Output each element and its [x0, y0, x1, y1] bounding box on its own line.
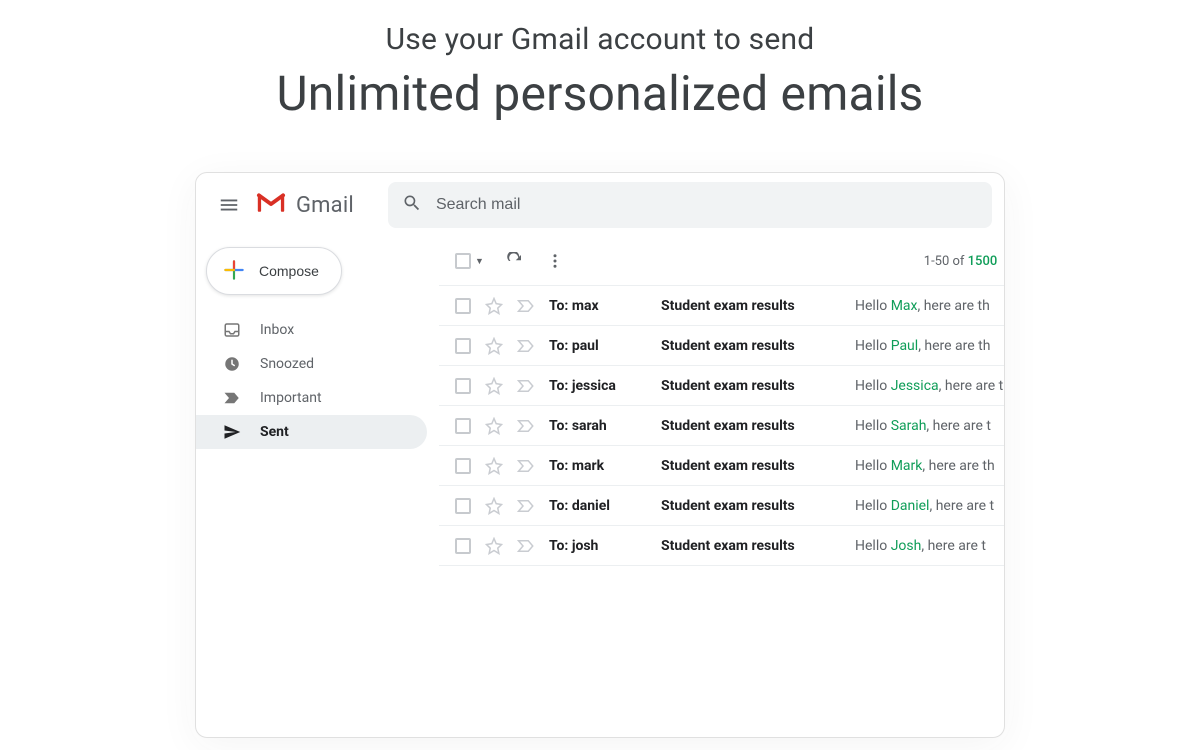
row-checkbox[interactable]	[455, 378, 471, 394]
compose-label: Compose	[259, 263, 319, 279]
star-icon[interactable]	[485, 457, 503, 475]
gmail-window: Gmail Compose	[195, 172, 1005, 738]
star-icon[interactable]	[485, 417, 503, 435]
sidebar-item-snoozed[interactable]: Snoozed	[196, 347, 427, 381]
plus-icon	[221, 257, 247, 286]
hero-title: Unlimited personalized emails	[0, 65, 1200, 122]
row-snippet: Hello Mark, here are th	[855, 458, 995, 474]
app-name: Gmail	[296, 193, 354, 218]
sidebar-label: Snoozed	[260, 356, 314, 372]
row-recipient: To: daniel	[549, 498, 647, 514]
inbox-icon	[222, 321, 242, 339]
star-icon[interactable]	[485, 497, 503, 515]
row-recipient: To: sarah	[549, 418, 647, 434]
search-input[interactable]	[436, 196, 978, 214]
sidebar: Compose Inbox Snoozed	[196, 237, 439, 737]
importance-marker-icon[interactable]	[517, 539, 535, 553]
importance-marker-icon[interactable]	[517, 299, 535, 313]
mail-row[interactable]: To: max Student exam results Hello Max, he…	[439, 286, 1005, 326]
row-recipient: To: jessica	[549, 378, 647, 394]
sent-icon	[222, 423, 242, 441]
row-recipient: To: mark	[549, 458, 647, 474]
gmail-logo-icon	[256, 192, 286, 218]
row-subject: Student exam results	[661, 418, 841, 434]
row-subject: Student exam results	[661, 298, 841, 314]
mail-row[interactable]: To: daniel Student exam results Hello Dani…	[439, 486, 1005, 526]
sidebar-label: Important	[260, 390, 322, 406]
star-icon[interactable]	[485, 297, 503, 315]
mail-row[interactable]: To: josh Student exam results Hello Josh, …	[439, 526, 1005, 566]
topbar: Gmail	[196, 173, 1004, 237]
star-icon[interactable]	[485, 537, 503, 555]
row-subject: Student exam results	[661, 538, 841, 554]
mail-list: To: max Student exam results Hello Max, he…	[439, 285, 1005, 566]
compose-button[interactable]: Compose	[206, 247, 342, 295]
important-icon	[222, 391, 242, 405]
importance-marker-icon[interactable]	[517, 379, 535, 393]
row-checkbox[interactable]	[455, 298, 471, 314]
mail-row[interactable]: To: jessica Student exam results Hello Jes…	[439, 366, 1005, 406]
row-snippet: Hello Daniel, here are t	[855, 498, 994, 514]
main-menu-icon[interactable]	[210, 186, 248, 224]
row-subject: Student exam results	[661, 498, 841, 514]
row-snippet: Hello Max, here are th	[855, 298, 990, 314]
search-icon	[402, 193, 422, 217]
row-subject: Student exam results	[661, 378, 841, 394]
star-icon[interactable]	[485, 377, 503, 395]
search-bar[interactable]	[388, 182, 992, 228]
row-recipient: To: max	[549, 298, 647, 314]
importance-marker-icon[interactable]	[517, 339, 535, 353]
sidebar-item-important[interactable]: Important	[196, 381, 427, 415]
more-button[interactable]	[546, 252, 564, 270]
clock-icon	[222, 355, 242, 373]
mail-row[interactable]: To: mark Student exam results Hello Mark, …	[439, 446, 1005, 486]
refresh-button[interactable]	[506, 252, 524, 270]
mail-row[interactable]: To: paul Student exam results Hello Paul, …	[439, 326, 1005, 366]
row-snippet: Hello Sarah, here are t	[855, 418, 991, 434]
row-snippet: Hello Jessica, here are t	[855, 378, 1003, 394]
row-checkbox[interactable]	[455, 538, 471, 554]
row-checkbox[interactable]	[455, 418, 471, 434]
row-checkbox[interactable]	[455, 338, 471, 354]
sidebar-label: Inbox	[260, 322, 294, 338]
row-snippet: Hello Josh, here are t	[855, 538, 986, 554]
mail-toolbar: ▼ 1-50 of 1500	[439, 237, 1005, 285]
row-checkbox[interactable]	[455, 458, 471, 474]
pagination-label: 1-50 of 1500	[924, 254, 1003, 269]
row-subject: Student exam results	[661, 338, 841, 354]
sidebar-item-inbox[interactable]: Inbox	[196, 313, 427, 347]
importance-marker-icon[interactable]	[517, 499, 535, 513]
importance-marker-icon[interactable]	[517, 459, 535, 473]
row-snippet: Hello Paul, here are th	[855, 338, 990, 354]
importance-marker-icon[interactable]	[517, 419, 535, 433]
row-recipient: To: josh	[549, 538, 647, 554]
row-subject: Student exam results	[661, 458, 841, 474]
mail-row[interactable]: To: sarah Student exam results Hello Sarah…	[439, 406, 1005, 446]
sidebar-nav: Inbox Snoozed Important	[196, 313, 439, 449]
hero-subtitle: Use your Gmail account to send	[0, 22, 1200, 57]
star-icon[interactable]	[485, 337, 503, 355]
sidebar-label: Sent	[260, 424, 289, 440]
row-recipient: To: paul	[549, 338, 647, 354]
row-checkbox[interactable]	[455, 498, 471, 514]
sidebar-item-sent[interactable]: Sent	[196, 415, 427, 449]
mail-main: ▼ 1-50 of 1500 To: max Student exam resul…	[439, 237, 1005, 737]
select-all-checkbox[interactable]: ▼	[455, 253, 484, 269]
